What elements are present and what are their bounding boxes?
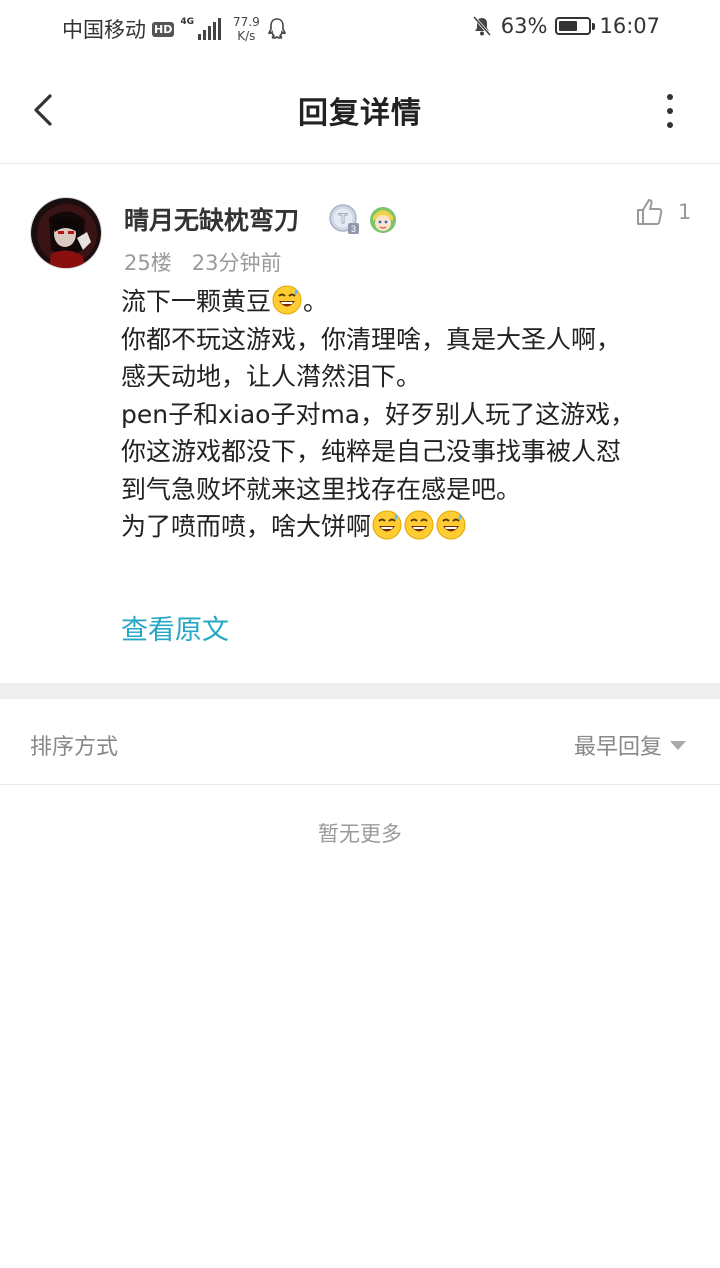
empty-state-text: 暂无更多 — [318, 822, 402, 846]
view-original-link[interactable]: 查看原文 — [121, 608, 229, 647]
svg-text:3: 3 — [351, 224, 356, 234]
content-line: 到气急败坏就来这里找存在感是吧。 — [121, 474, 522, 504]
mute-bell-icon — [472, 16, 491, 36]
post-content: 流下一颗黄豆。 你都不玩这游戏，你清理啥，真是大圣人啊， 感天动地，让人潸然泪下… — [121, 283, 696, 546]
nav-header: 回复详情 — [0, 56, 720, 164]
speed-unit: K/s — [237, 29, 256, 43]
content-line: 你这游戏都没下，纯粹是自己没事找事被人怼 — [121, 437, 622, 466]
signal-icon: 4G — [180, 18, 221, 40]
content-line: 为了喷而喷，啥大饼啊 — [121, 508, 696, 546]
status-left: 中国移动 HD 4G 77.9 K/s — [62, 14, 288, 44]
post-time: 23分钟前 — [191, 251, 282, 275]
svg-text:T: T — [339, 210, 348, 226]
thumbs-up-icon — [637, 199, 663, 225]
sort-bar: 排序方式 最早回复 — [0, 699, 720, 785]
character-medal-icon — [370, 207, 396, 233]
page-title: 回复详情 — [298, 96, 422, 131]
post-meta: 25楼 23分钟前 — [124, 247, 281, 277]
battery-icon — [555, 17, 596, 35]
like-button[interactable]: 1 — [634, 197, 691, 227]
qq-icon — [267, 18, 286, 39]
content-line: pen子和xiao子对ma，好歹别人玩了这游戏， — [121, 399, 636, 429]
status-bar: 中国移动 HD 4G 77.9 K/s 63% 16:07 — [0, 0, 720, 56]
like-count: 1 — [678, 200, 692, 224]
clock: 16:07 — [599, 14, 660, 38]
sort-label: 排序方式 — [30, 735, 119, 760]
content-line: 流下一颗黄豆。 — [121, 285, 329, 316]
battery-level — [559, 21, 578, 31]
battery-percent: 63% — [500, 14, 548, 38]
section-divider — [0, 683, 720, 699]
grinning-squint-emoji-icon — [404, 510, 434, 540]
sort-value: 最早回复 — [573, 735, 662, 760]
reply-post: 晴月无缺枕弯刀 T 3 1 25楼 23分钟前 流下一颗黄豆。 你都不玩这游戏，… — [0, 165, 720, 683]
network-speed: 77.9 K/s — [233, 15, 260, 43]
content-line: 感天动地，让人潸然泪下。 — [121, 362, 422, 391]
content-line: 你都不玩这游戏，你清理啥，真是大圣人啊， — [121, 324, 622, 354]
sweat-smile-emoji-icon — [436, 510, 466, 540]
network-type: 4G — [180, 17, 194, 27]
status-right: 63% 16:07 — [471, 14, 660, 38]
avatar[interactable] — [30, 197, 102, 269]
carrier-name: 中国移动 — [62, 18, 146, 42]
hd-badge: HD — [152, 21, 175, 37]
speed-value: 77.9 — [233, 15, 260, 29]
username[interactable]: 晴月无缺枕弯刀 — [124, 201, 299, 237]
avatar-image — [31, 198, 101, 268]
more-options-icon[interactable] — [660, 94, 680, 128]
sweat-smile-emoji-icon — [272, 285, 302, 315]
sort-dropdown[interactable]: 最早回复 — [574, 729, 686, 761]
floor-number: 25楼 — [124, 251, 172, 275]
caret-down-icon — [670, 740, 686, 750]
level-badge-icon: T 3 — [329, 204, 359, 234]
sweat-smile-emoji-icon — [372, 510, 402, 540]
